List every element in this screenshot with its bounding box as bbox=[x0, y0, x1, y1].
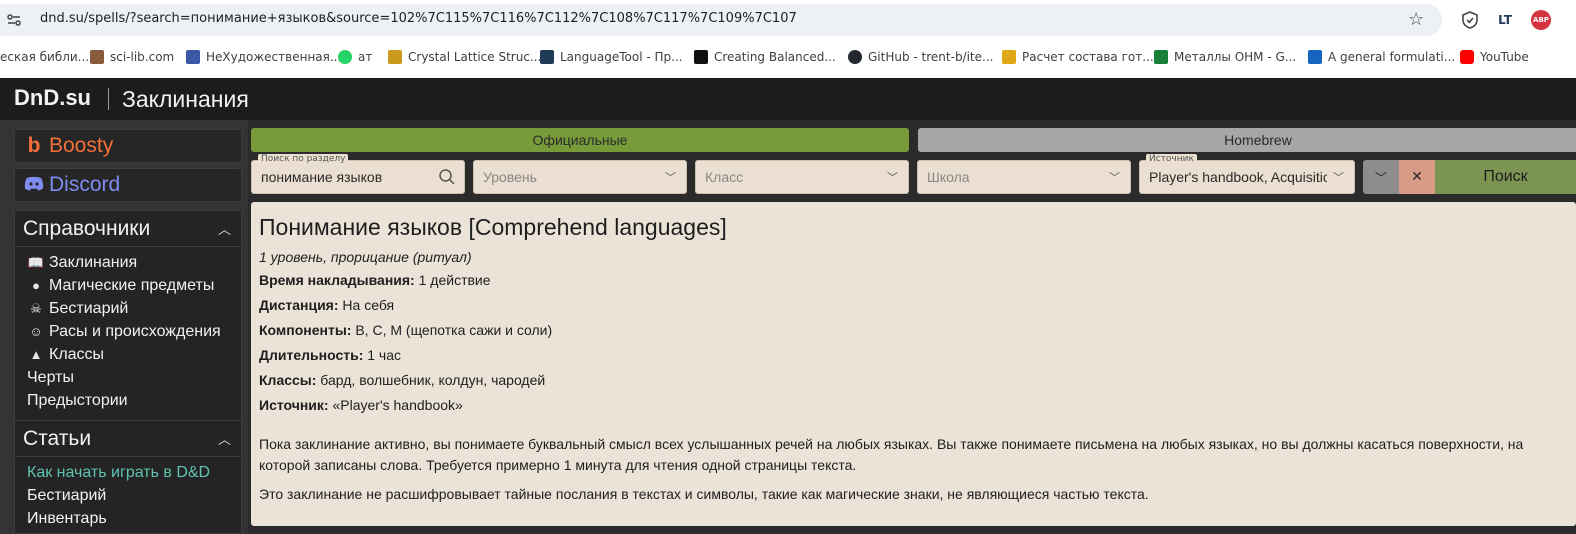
source-select-value: Player's handbook, Acquisitions bbox=[1149, 169, 1327, 185]
articles-panel: Статьи ︿ Как начать играть в D&D Бестиар… bbox=[14, 420, 242, 534]
bookmark-item[interactable]: ат bbox=[338, 48, 372, 66]
sidebar-item-how-to-start[interactable]: Как начать играть в D&D bbox=[27, 461, 241, 484]
header-divider bbox=[108, 88, 109, 110]
sidebar-item-classes[interactable]: ▲ Классы bbox=[27, 343, 241, 366]
whatsapp-icon bbox=[338, 50, 352, 64]
spell-prop-casting-time: Время накладывания: 1 действие bbox=[259, 272, 491, 288]
sidebar-item-magic-items[interactable]: ● Магические предметы bbox=[27, 274, 241, 297]
chevron-down-icon: ﹀ bbox=[1109, 171, 1120, 184]
site-info-icon[interactable] bbox=[6, 12, 22, 28]
youtube-icon bbox=[1460, 50, 1474, 64]
bookmark-item[interactable]: Crystal Lattice Struc... bbox=[388, 48, 541, 66]
search-input[interactable]: Поиск по разделу понимание языков bbox=[251, 154, 465, 194]
source-select[interactable]: Источник Player's handbook, Acquisitions… bbox=[1139, 154, 1355, 194]
spell-description: Пока заклинание активно, вы понимаете бу… bbox=[259, 436, 1524, 473]
source-select-label: Источник bbox=[1146, 154, 1197, 165]
bookmark-star-icon[interactable]: ☆ bbox=[1408, 10, 1424, 30]
sidebar: b Boosty Discord Справочники ︿ 📖 Заклинан… bbox=[0, 120, 248, 534]
spell-card: Понимание языков [Comprehend languages] … bbox=[251, 202, 1576, 526]
spell-prop-classes: Классы: бард, волшебник, колдун, чародей bbox=[259, 372, 546, 388]
sidebar-item-bestiary[interactable]: ☠ Бестиарий bbox=[27, 297, 241, 320]
chevron-down-icon: ﹀ bbox=[1374, 170, 1387, 185]
browser-chrome: dnd.su/spells/?search=понимание+языков&s… bbox=[0, 0, 1576, 78]
chevron-down-icon: ﹀ bbox=[887, 171, 898, 184]
page-title: Заклинания bbox=[122, 86, 249, 112]
site-logo[interactable]: DnD.su bbox=[14, 85, 91, 111]
spell-prop-components: Компоненты: В, С, М (щепотка сажи и соли… bbox=[259, 322, 553, 338]
chevron-down-icon: ﹀ bbox=[665, 171, 676, 184]
helmet-icon: ▲ bbox=[29, 347, 43, 362]
close-icon: ✕ bbox=[1411, 169, 1423, 185]
chevron-down-icon: ﹀ bbox=[1333, 171, 1344, 184]
spell-title: Понимание языков [Comprehend languages] bbox=[259, 214, 727, 240]
address-bar[interactable]: dnd.su/spells/?search=понимание+языков&s… bbox=[0, 4, 1442, 36]
reference-panel-header[interactable]: Справочники ︿ bbox=[15, 211, 241, 247]
bookmark-item[interactable]: Расчет состава гот... bbox=[1002, 48, 1154, 66]
bookmark-item[interactable]: sci-lib.com bbox=[90, 48, 174, 66]
bookmark-item[interactable]: LanguageTool - Пр... bbox=[540, 48, 683, 66]
discord-link[interactable]: Discord bbox=[14, 168, 242, 202]
boosty-icon: b bbox=[27, 134, 41, 157]
google-sheets-icon bbox=[1154, 50, 1168, 64]
main-content: Официальные Homebrew Поиск по разделу по… bbox=[248, 120, 1576, 534]
spell-meta: 1 уровень, прорицание (ритуал) bbox=[259, 249, 472, 265]
sidebar-item-races[interactable]: ☺ Расы и происхождения bbox=[27, 320, 241, 343]
bookmark-item[interactable]: еская библи... bbox=[0, 48, 89, 66]
languagetool-extension-icon[interactable]: LT bbox=[1495, 10, 1515, 30]
bookmark-favicon-icon bbox=[1308, 50, 1322, 64]
bookmark-favicon-icon bbox=[694, 50, 708, 64]
expand-filters-button[interactable]: ﹀ bbox=[1363, 160, 1399, 194]
bookmark-favicon-icon bbox=[540, 50, 554, 64]
sidebar-item-feats[interactable]: Черты bbox=[27, 366, 241, 389]
sidebar-item-articles-bestiary[interactable]: Бестиарий bbox=[27, 484, 241, 507]
school-select[interactable]: Школа ﹀ bbox=[917, 160, 1131, 194]
clear-filters-button[interactable]: ✕ bbox=[1399, 160, 1435, 194]
search-input-label: Поиск по разделу bbox=[258, 154, 349, 165]
sidebar-item-backgrounds[interactable]: Предыстории bbox=[27, 389, 241, 412]
person-icon: ☺ bbox=[29, 324, 43, 339]
class-select[interactable]: Класс ﹀ bbox=[695, 160, 909, 194]
shield-extension-icon[interactable] bbox=[1460, 10, 1480, 30]
bookmark-item[interactable]: Металлы ОНМ - G... bbox=[1154, 48, 1296, 66]
spell-prop-source: Источник: «Player's handbook» bbox=[259, 397, 463, 413]
spell-prop-duration: Длительность: 1 час bbox=[259, 347, 402, 363]
spell-description-note: Это заклинание не расшифровывает тайные … bbox=[259, 486, 1149, 502]
tab-official[interactable]: Официальные bbox=[251, 128, 909, 152]
bookmark-item[interactable]: НеХудожественная... bbox=[186, 48, 341, 66]
bookmark-item[interactable]: YouTube bbox=[1460, 48, 1529, 66]
bookmark-favicon-icon bbox=[90, 50, 104, 64]
search-input-value[interactable]: понимание языков bbox=[261, 169, 382, 185]
level-select[interactable]: Уровень ﹀ bbox=[473, 160, 687, 194]
chevron-up-icon[interactable]: ︿ bbox=[218, 429, 231, 448]
bookmark-item[interactable]: Creating Balanced... bbox=[694, 48, 836, 66]
bookmark-item[interactable]: A general formulati... bbox=[1308, 48, 1455, 66]
bookmarks-bar: еская библи... sci-lib.com НеХудожествен… bbox=[0, 44, 1576, 70]
skull-icon: ☠ bbox=[30, 300, 42, 316]
github-icon bbox=[848, 50, 862, 64]
articles-panel-header[interactable]: Статьи ︿ bbox=[15, 421, 241, 457]
bookmark-favicon-icon bbox=[1002, 50, 1016, 64]
bookmark-item[interactable]: GitHub - trent-b/ite... bbox=[848, 48, 993, 66]
search-button[interactable]: Поиск bbox=[1435, 160, 1576, 194]
boosty-link[interactable]: b Boosty bbox=[14, 129, 242, 163]
sidebar-item-spells[interactable]: 📖 Заклинания bbox=[27, 251, 241, 274]
bookmark-favicon-icon bbox=[388, 50, 402, 64]
tab-homebrew[interactable]: Homebrew bbox=[918, 128, 1576, 152]
bookmark-favicon-icon bbox=[186, 50, 200, 64]
search-icon[interactable] bbox=[438, 168, 456, 186]
chevron-up-icon[interactable]: ︿ bbox=[218, 219, 231, 238]
book-icon: 📖 bbox=[27, 254, 45, 270]
discord-icon bbox=[23, 173, 45, 197]
orb-icon: ● bbox=[32, 278, 40, 293]
site-header: DnD.su Заклинания bbox=[0, 78, 1576, 120]
spell-prop-range: Дистанция: На себя bbox=[259, 297, 395, 313]
sidebar-item-inventory[interactable]: Инвентарь bbox=[27, 507, 241, 530]
url-text[interactable]: dnd.su/spells/?search=понимание+языков&s… bbox=[40, 11, 797, 26]
adblock-extension-icon[interactable]: ABP bbox=[1531, 10, 1551, 30]
